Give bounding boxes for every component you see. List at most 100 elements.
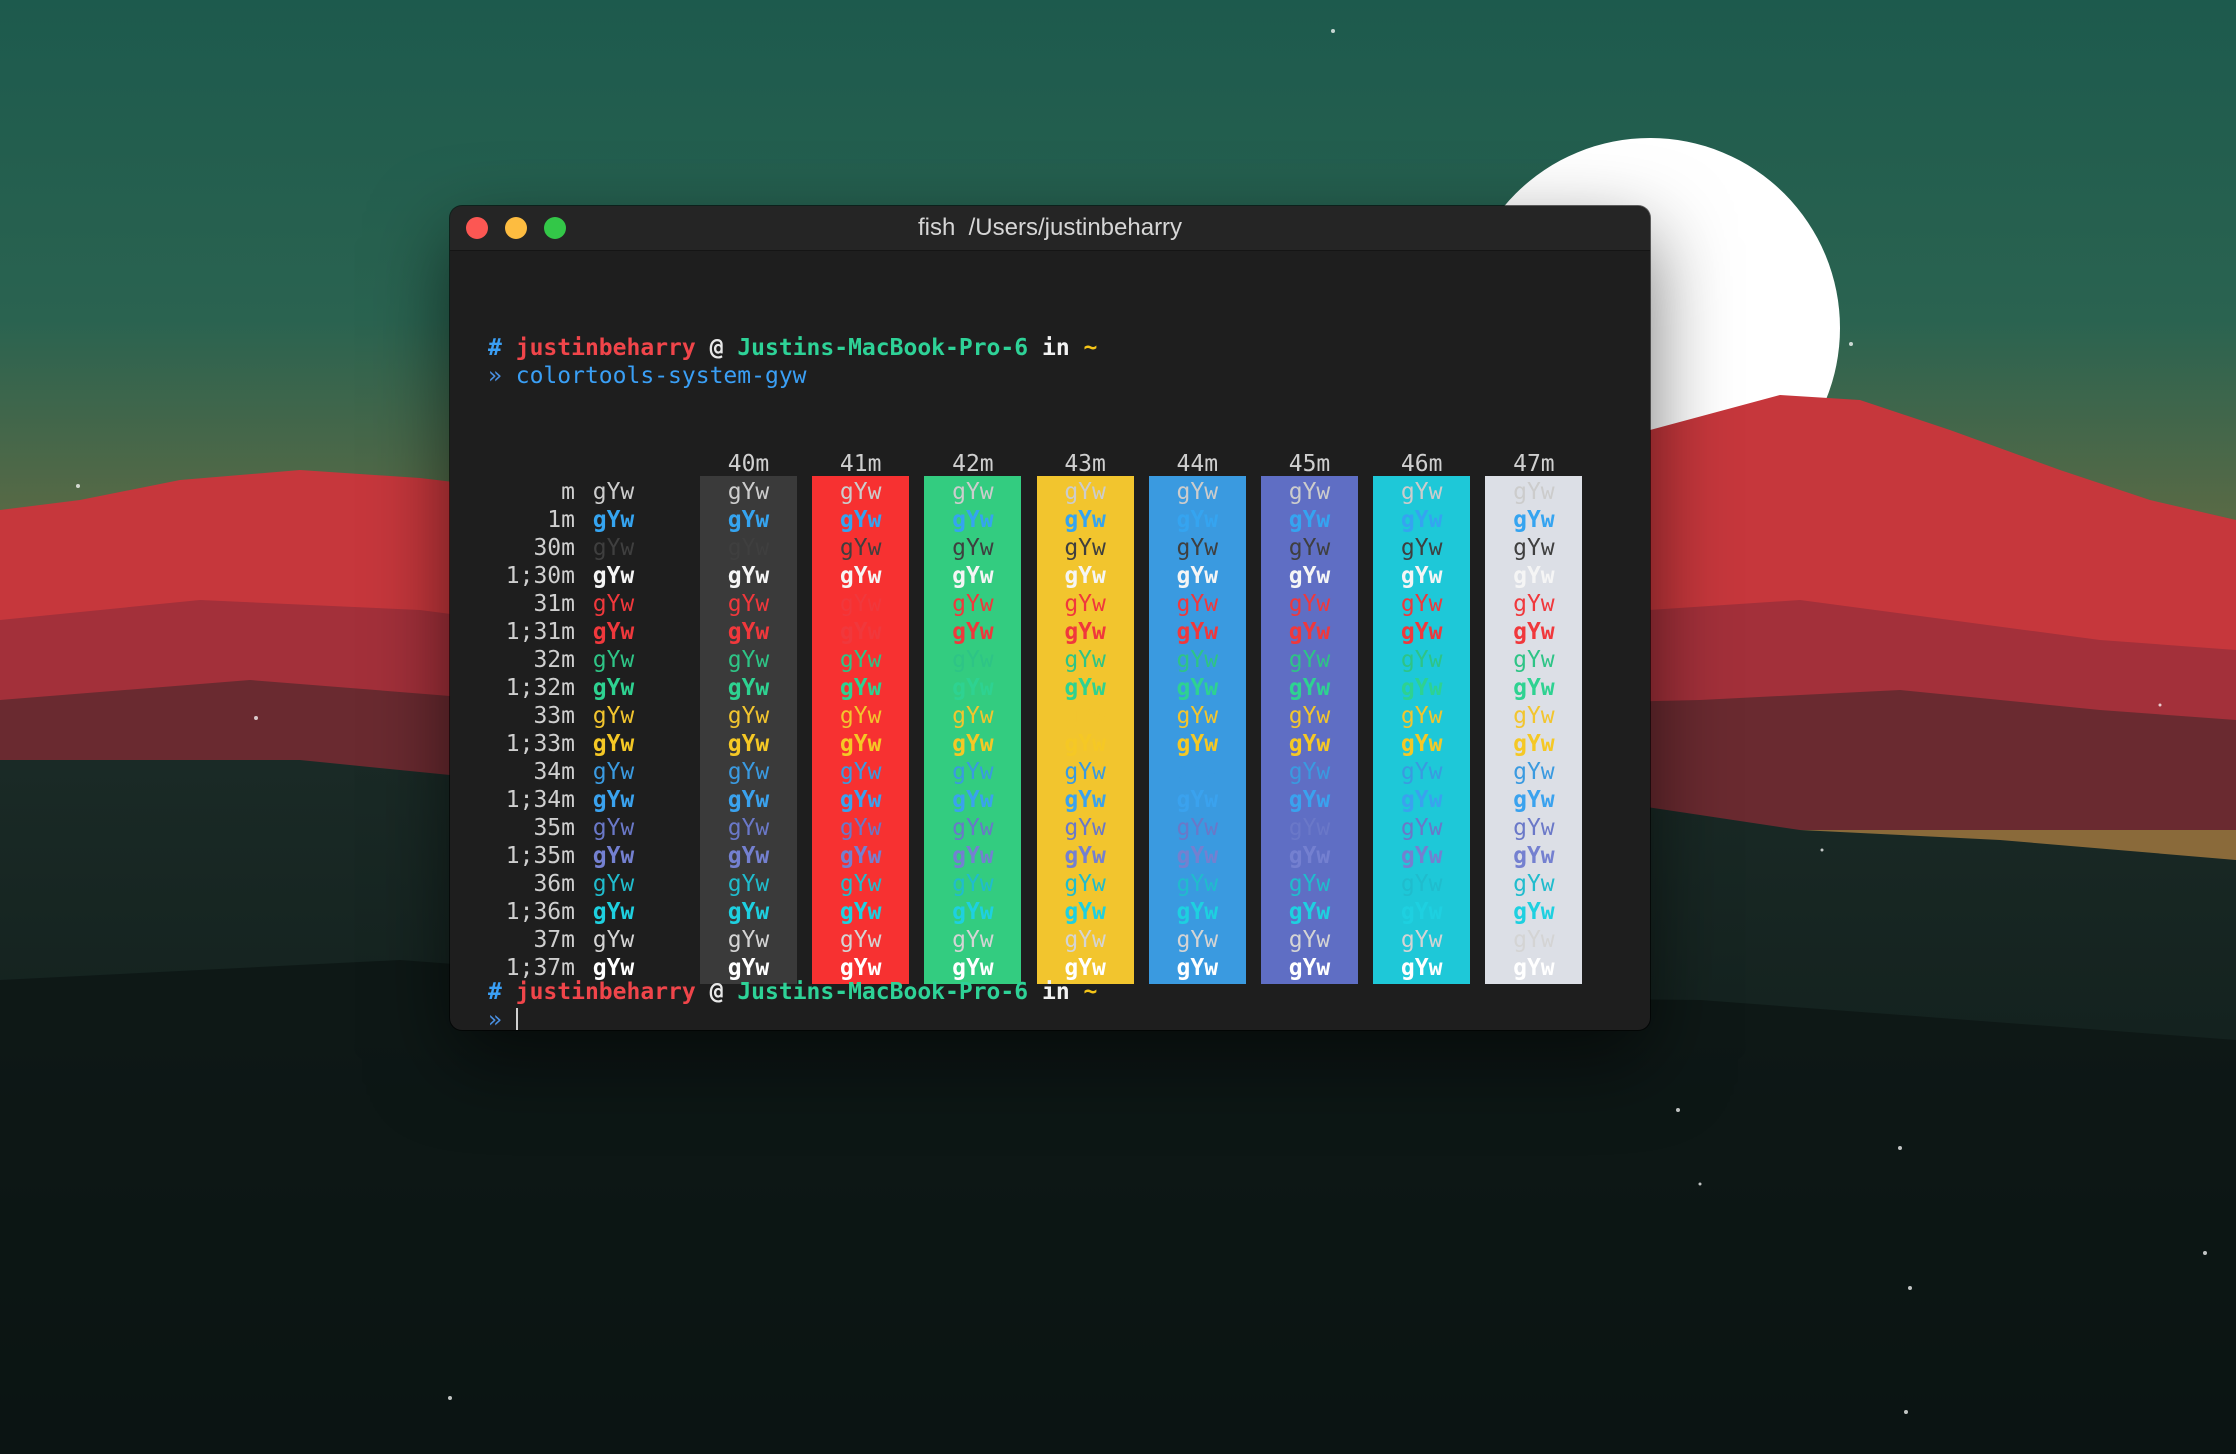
color-sample: gYw [952, 647, 994, 673]
row-label: 1m [547, 507, 575, 533]
window-title: fish /Users/justinbeharry [917, 214, 1183, 241]
color-sample: gYw [1288, 591, 1331, 617]
terminal-content[interactable]: # justinbeharry @ Justins-MacBook-Pro-6 … [450, 250, 1650, 1030]
color-sample: gYw [952, 703, 994, 729]
color-sample: gYw [1176, 703, 1219, 729]
row-label: 37m [533, 927, 575, 953]
color-sample: gYw [952, 815, 994, 841]
color-sample: gYw [592, 479, 635, 505]
prompt-user: justinbeharry [515, 979, 696, 1005]
color-sample: gYw [1064, 619, 1106, 645]
color-sample: gYw [1176, 927, 1219, 953]
color-sample: gYw [1513, 703, 1555, 729]
color-sample: gYw [1288, 955, 1331, 981]
color-sample: gYw [839, 647, 882, 673]
color-sample: gYw [1176, 787, 1219, 813]
color-sample: gYw [1513, 479, 1555, 505]
color-sample: gYw [952, 731, 994, 757]
color-sample: gYw [592, 619, 635, 645]
color-sample: gYw [1288, 619, 1331, 645]
color-sample: gYw [952, 759, 994, 785]
color-sample: gYw [592, 703, 635, 729]
color-sample: gYw [1513, 619, 1555, 645]
terminal-window[interactable]: fish /Users/justinbeharry # justinbeharr… [450, 206, 1650, 1030]
color-sample: gYw [1064, 507, 1106, 533]
color-sample: gYw [1513, 591, 1555, 617]
color-sample: gYw [1513, 759, 1555, 785]
color-sample: gYw [952, 843, 994, 869]
color-sample: gYw [592, 647, 635, 673]
color-sample: gYw [952, 563, 994, 589]
color-sample: gYw [727, 871, 770, 897]
color-sample: gYw [1400, 759, 1443, 785]
color-sample: gYw [839, 787, 882, 813]
title-bar[interactable]: fish /Users/justinbeharry [450, 206, 1650, 251]
color-sample: gYw [1064, 703, 1106, 729]
column-header: 47m [1513, 451, 1555, 477]
color-sample: gYw [1176, 535, 1219, 561]
color-sample: gYw [1064, 647, 1106, 673]
column-header: 41m [839, 451, 882, 477]
color-sample: gYw [839, 843, 882, 869]
color-sample: gYw [1064, 899, 1106, 925]
prompt-hash: # [488, 979, 502, 1005]
color-sample: gYw [1400, 647, 1443, 673]
color-sample: gYw [1513, 535, 1555, 561]
row-label: 34m [533, 759, 575, 785]
column-header: 42m [952, 451, 994, 477]
color-sample: gYw [1400, 787, 1443, 813]
color-sample: gYw [1288, 815, 1331, 841]
color-sample: gYw [952, 787, 994, 813]
color-sample: gYw [1176, 731, 1219, 757]
column-header: 40m [727, 451, 770, 477]
color-sample: gYw [839, 731, 882, 757]
color-sample: gYw [839, 591, 882, 617]
color-sample: gYw [1064, 479, 1106, 505]
color-sample: gYw [1064, 759, 1106, 785]
row-label: 1;31m [505, 619, 575, 645]
color-sample: gYw [1513, 871, 1555, 897]
color-sample: gYw [952, 591, 994, 617]
color-sample: gYw [592, 507, 635, 533]
color-sample: gYw [839, 815, 882, 841]
color-sample: gYw [839, 479, 882, 505]
input-line[interactable]: » [488, 1006, 518, 1030]
prompt-dir: ~ [1083, 979, 1098, 1005]
prompt-line-2: # justinbeharry @ Justins-MacBook-Pro-6 … [488, 978, 1097, 1006]
color-sample: gYw [1400, 843, 1443, 869]
color-sample: gYw [1513, 507, 1555, 533]
color-sample: gYw [1064, 535, 1106, 561]
color-sample: gYw [592, 759, 635, 785]
row-label: m [561, 479, 575, 505]
color-sample: gYw [1064, 591, 1106, 617]
color-sample: gYw [839, 759, 882, 785]
color-sample: gYw [1288, 535, 1331, 561]
color-sample: gYw [1064, 787, 1106, 813]
color-sample: gYw [1513, 647, 1555, 673]
color-sample: gYw [1400, 675, 1443, 701]
color-sample: gYw [1513, 787, 1555, 813]
column-header: 46m [1400, 451, 1443, 477]
color-sample: gYw [839, 899, 882, 925]
row-label: 1;33m [505, 731, 575, 757]
prompt-in: in [1041, 335, 1070, 361]
color-sample: gYw [1400, 927, 1443, 953]
color-sample: gYw [1513, 815, 1555, 841]
prompt-host: Justins-MacBook-Pro-6 [737, 979, 1029, 1005]
color-sample: gYw [592, 563, 635, 589]
color-sample: gYw [1176, 955, 1219, 981]
color-sample: gYw [1400, 619, 1443, 645]
color-sample: gYw [1288, 675, 1331, 701]
color-sample: gYw [952, 507, 994, 533]
color-sample: gYw [1288, 927, 1331, 953]
color-sample: gYw [1400, 563, 1443, 589]
color-sample: gYw [1288, 647, 1331, 673]
color-sample: gYw [727, 815, 770, 841]
color-sample: gYw [727, 731, 770, 757]
color-sample: gYw [1176, 759, 1219, 785]
color-sample: gYw [1513, 843, 1555, 869]
color-sample: gYw [1288, 479, 1331, 505]
color-sample: gYw [1400, 731, 1443, 757]
color-sample: gYw [1064, 843, 1106, 869]
color-sample: gYw [1400, 815, 1443, 841]
